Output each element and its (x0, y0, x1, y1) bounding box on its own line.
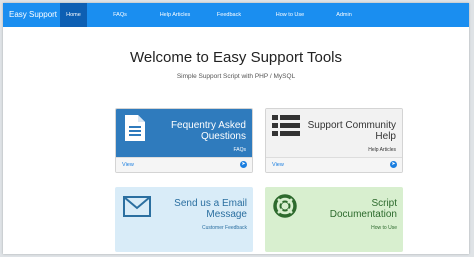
browser-page: Easy Support Home FAQs Help Articles Fee… (3, 3, 469, 254)
feedback-card[interactable]: Send us a Email Message Customer Feedbac… (115, 187, 253, 252)
nav-faqs[interactable]: FAQs (105, 3, 135, 27)
documentation-card-header: Script Documentation How to Use (265, 187, 403, 252)
list-icon (272, 115, 300, 136)
brand-logo[interactable]: Easy Support (9, 3, 57, 27)
feedback-card-title: Send us a Email Message (174, 198, 247, 220)
document-icon (125, 115, 145, 141)
help-card-title: Support Community Help (307, 120, 396, 142)
documentation-card-subtitle: How to Use (371, 225, 397, 231)
arrow-right-icon[interactable]: ➤ (240, 161, 247, 168)
faq-card-header: Fequentry Asked Questions FAQs (116, 109, 252, 157)
page-subtitle: Simple Support Script with PHP / MySQL (176, 73, 296, 80)
navbar: Easy Support Home FAQs Help Articles Fee… (3, 3, 469, 27)
page-title: Welcome to Easy Support Tools (129, 49, 343, 66)
help-card-subtitle: Help Articles (368, 147, 396, 153)
nav-feedback[interactable]: Feedback (211, 3, 247, 27)
documentation-card-title: Script Documentation (329, 198, 397, 220)
documentation-card[interactable]: Script Documentation How to Use (265, 187, 403, 252)
envelope-icon (123, 196, 151, 217)
nav-help-articles[interactable]: Help Articles (153, 3, 197, 27)
nav-how-to-use[interactable]: How to Use (268, 3, 312, 27)
help-view-link[interactable]: View (272, 162, 284, 168)
faq-card[interactable]: Fequentry Asked Questions FAQs View ➤ (115, 108, 253, 173)
feedback-card-header: Send us a Email Message Customer Feedbac… (115, 187, 253, 252)
faq-card-subtitle: FAQs (233, 147, 246, 153)
faq-card-title: Fequentry Asked Questions (170, 120, 246, 142)
feedback-card-subtitle: Customer Feedback (201, 225, 247, 231)
faq-view-link[interactable]: View (122, 162, 134, 168)
faq-card-footer[interactable]: View ➤ (116, 157, 252, 172)
help-card-footer[interactable]: View ➤ (266, 157, 402, 172)
lifebuoy-icon (273, 194, 297, 218)
help-articles-card[interactable]: Support Community Help Help Articles Vie… (265, 108, 403, 173)
help-card-header: Support Community Help Help Articles (266, 109, 402, 157)
arrow-right-icon[interactable]: ➤ (390, 161, 397, 168)
nav-home[interactable]: Home (60, 3, 87, 27)
nav-admin[interactable]: Admin (329, 3, 359, 27)
